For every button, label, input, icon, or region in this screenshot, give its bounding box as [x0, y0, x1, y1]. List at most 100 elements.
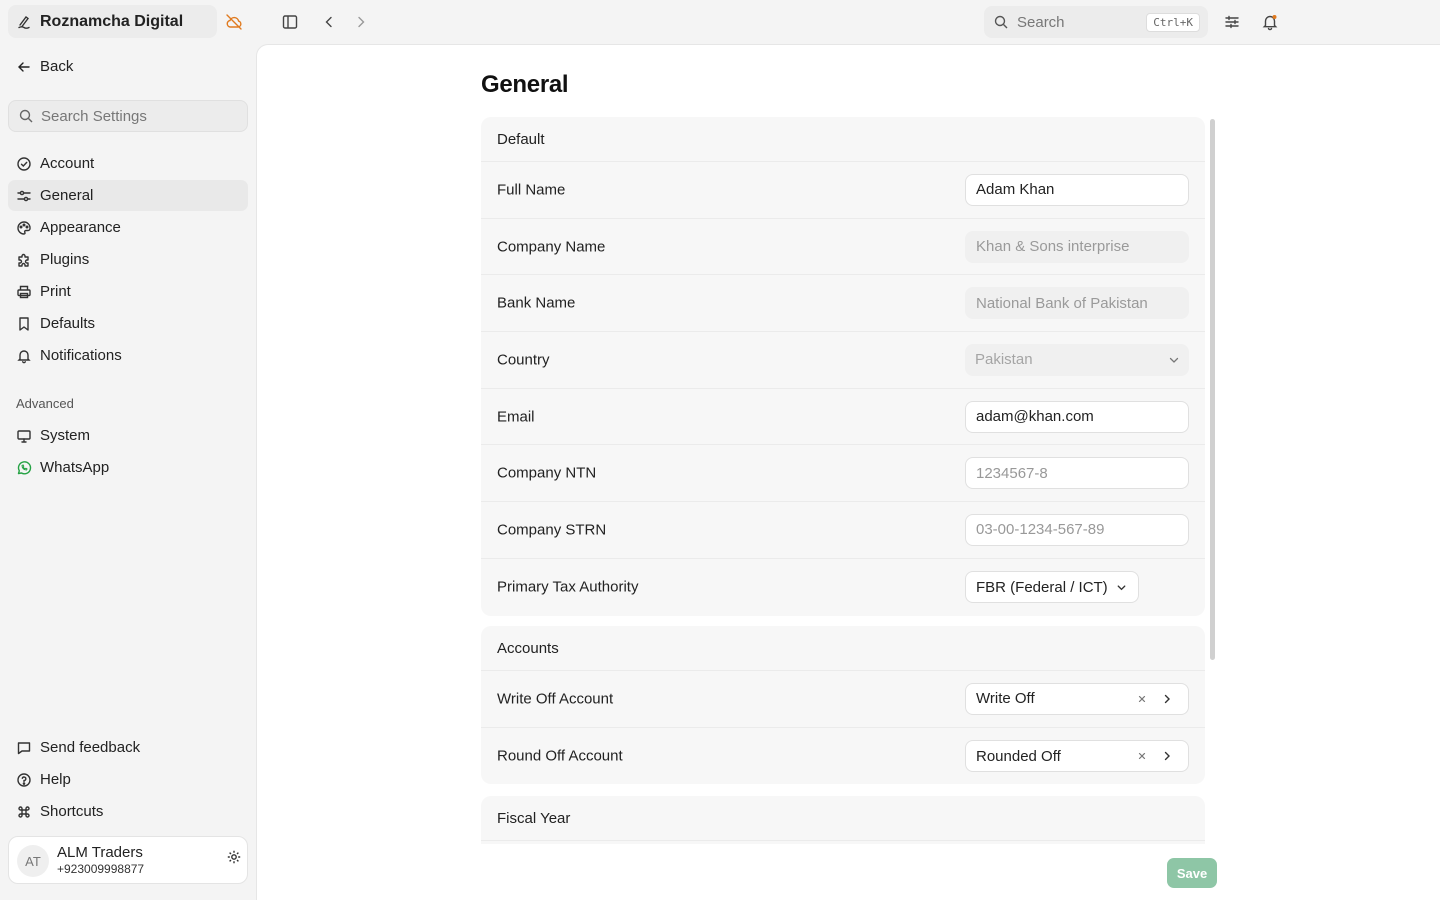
- sidebar-item-label: Send feedback: [40, 739, 141, 756]
- back-button[interactable]: Back: [16, 58, 73, 75]
- chevron-down-icon: [1169, 357, 1179, 363]
- save-button[interactable]: Save: [1167, 858, 1217, 888]
- round-off-account-field[interactable]: Rounded Off: [965, 740, 1189, 773]
- row-write-off-account: Write Off Account Write Off: [481, 671, 1205, 728]
- full-name-input[interactable]: [965, 173, 1189, 206]
- sidebar-item-shortcuts[interactable]: Shortcuts: [8, 796, 248, 827]
- palette-icon: [17, 220, 31, 235]
- chevron-down-icon: [1117, 585, 1126, 591]
- scrollbar[interactable]: [1210, 119, 1215, 660]
- row-email: Email: [481, 389, 1205, 446]
- sidebar-item-plugins[interactable]: Plugins: [8, 244, 248, 275]
- sidebar-toggle-icon[interactable]: [281, 13, 299, 31]
- sidebar-item-whatsapp[interactable]: WhatsApp: [8, 452, 248, 483]
- email-field[interactable]: [965, 400, 1189, 433]
- sidebar-item-defaults[interactable]: Defaults: [8, 308, 248, 339]
- write-off-account-value: Write Off: [976, 690, 1035, 708]
- country-select[interactable]: Pakistan: [965, 343, 1189, 376]
- row-country: Country Pakistan: [481, 332, 1205, 389]
- sidebar-item-system[interactable]: System: [8, 420, 248, 451]
- user-card[interactable]: AT ALM Traders +923009998877: [8, 836, 248, 884]
- field-label: Country: [497, 351, 550, 369]
- sidebar-item-general[interactable]: General: [8, 180, 248, 211]
- field-label: Bank Name: [497, 294, 576, 312]
- chevron-right-icon[interactable]: [1160, 749, 1174, 763]
- settings-main-panel: General Default Full Name Company Name B…: [256, 44, 1440, 900]
- company-name-input[interactable]: [965, 230, 1189, 263]
- sidebar-item-send-feedback[interactable]: Send feedback: [8, 732, 248, 763]
- app-name: Roznamcha Digital: [40, 12, 184, 30]
- filter-sliders-icon[interactable]: [1223, 13, 1241, 31]
- chevron-left-icon[interactable]: [320, 13, 338, 31]
- sidebar-item-label: System: [40, 427, 91, 444]
- sidebar-item-help[interactable]: Help: [8, 764, 248, 795]
- field-label: Company NTN: [497, 464, 597, 482]
- section-accounts: Accounts Write Off Account Write Off Rou…: [481, 626, 1205, 785]
- field-label: Round Off Account: [497, 747, 623, 765]
- chevron-right-icon[interactable]: [352, 13, 370, 31]
- sidebar-item-label: Notifications: [40, 347, 122, 364]
- user-phone: +923009998877: [57, 862, 145, 876]
- cloud-offline-icon[interactable]: [225, 13, 243, 31]
- sidebar-item-label: Print: [40, 283, 71, 300]
- field-label: Full Name: [497, 181, 566, 199]
- app-logo-icon: [18, 15, 30, 29]
- page-title: General: [481, 71, 569, 98]
- puzzle-icon: [18, 253, 29, 267]
- row-company-strn: Company STRN: [481, 502, 1205, 559]
- settings-scroll-area[interactable]: Default Full Name Company Name Bank Name…: [481, 117, 1205, 844]
- printer-icon: [17, 285, 31, 298]
- avatar: AT: [17, 845, 49, 877]
- tax-authority-value: FBR (Federal / ICT): [976, 578, 1108, 596]
- sidebar-item-notifications[interactable]: Notifications: [8, 340, 248, 371]
- global-search[interactable]: Search Ctrl+K: [984, 6, 1208, 38]
- gear-icon[interactable]: [226, 849, 242, 865]
- search-icon: [19, 109, 33, 123]
- sidebar-item-label: Help: [40, 771, 71, 788]
- notification-bell-icon[interactable]: [1261, 13, 1279, 31]
- search-shortcut: Ctrl+K: [1146, 13, 1200, 32]
- account-check-icon: [17, 156, 31, 171]
- sidebar-item-label: Appearance: [40, 219, 121, 236]
- sidebar-item-label: Defaults: [40, 315, 96, 332]
- message-icon: [17, 741, 31, 754]
- sidebar-item-label: Plugins: [40, 251, 90, 268]
- settings-sidebar: Back Account General Appearance Plugins …: [0, 44, 256, 900]
- section-default: Default Full Name Company Name Bank Name…: [481, 117, 1205, 616]
- round-off-account-value: Rounded Off: [976, 747, 1061, 765]
- section-fiscal-year: Fiscal Year: [481, 796, 1205, 844]
- sidebar-item-label: Account: [40, 155, 95, 172]
- chevron-right-icon[interactable]: [1160, 692, 1174, 706]
- help-icon: [17, 772, 31, 787]
- write-off-account-field[interactable]: Write Off: [965, 682, 1189, 715]
- sidebar-item-print[interactable]: Print: [8, 276, 248, 307]
- back-label: Back: [40, 58, 74, 75]
- arrow-left-icon: [18, 61, 30, 72]
- company-strn-input[interactable]: [965, 513, 1189, 546]
- sidebar-item-label: General: [40, 187, 94, 204]
- field-label: Email: [497, 408, 535, 426]
- field-label: Primary Tax Authority: [497, 578, 639, 596]
- app-switcher[interactable]: Roznamcha Digital: [8, 5, 217, 38]
- tax-authority-dropdown[interactable]: FBR (Federal / ICT): [965, 571, 1139, 604]
- row-bank-name: Bank Name: [481, 275, 1205, 333]
- top-bar: Roznamcha Digital Search Ctrl+K: [0, 0, 1440, 44]
- sidebar-item-label: WhatsApp: [40, 459, 110, 476]
- monitor-icon: [17, 429, 31, 443]
- advanced-group-label: Advanced: [16, 396, 74, 411]
- bank-name-input[interactable]: [965, 287, 1189, 320]
- clear-icon[interactable]: [1136, 693, 1148, 705]
- settings-search[interactable]: [8, 100, 248, 132]
- row-company-name: Company Name: [481, 219, 1205, 276]
- whatsapp-icon: [17, 460, 32, 474]
- country-value: Pakistan: [975, 351, 1033, 369]
- field-label: Company Name: [497, 238, 606, 256]
- clear-icon[interactable]: [1136, 750, 1148, 762]
- sidebar-item-account[interactable]: Account: [8, 148, 248, 179]
- row-full-name: Full Name: [481, 162, 1205, 219]
- row-tax-authority: Primary Tax Authority FBR (Federal / ICT…: [481, 559, 1205, 616]
- company-ntn-input[interactable]: [965, 457, 1189, 490]
- sidebar-item-appearance[interactable]: Appearance: [8, 212, 248, 243]
- settings-search-input[interactable]: [41, 107, 231, 125]
- sliders-icon: [17, 190, 31, 201]
